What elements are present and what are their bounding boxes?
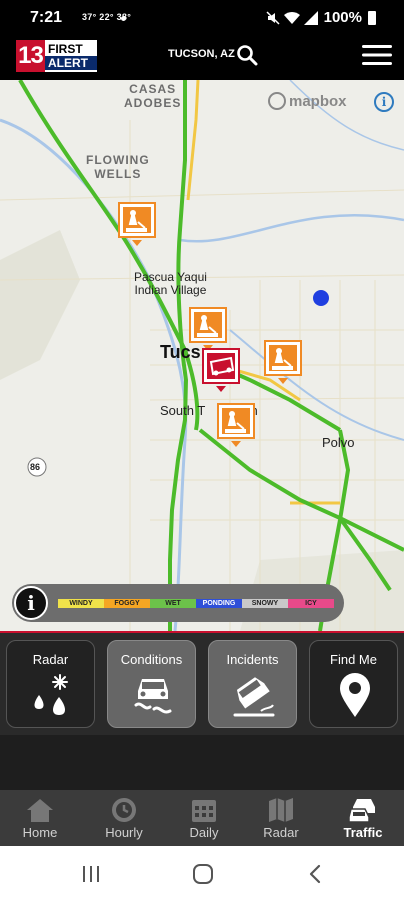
status-bar: 7:21 37° 22° 38° 100%: [0, 0, 404, 36]
hamburger-menu-icon[interactable]: [362, 44, 392, 66]
battery-percent: 100%: [323, 9, 362, 26]
back-icon[interactable]: [304, 863, 328, 885]
traffic-icon: [349, 799, 375, 823]
bottom-navigation: Home Hourly Daily Radar Traffic: [0, 790, 404, 846]
construction-marker[interactable]: [189, 307, 227, 351]
find-me-button-label: Find Me: [330, 652, 377, 667]
mute-icon: [266, 10, 280, 25]
nav-home[interactable]: Home: [0, 790, 80, 846]
conditions-button-label: Conditions: [120, 652, 183, 667]
home-button-icon[interactable]: [191, 863, 215, 885]
legend-ponding: PONDING: [196, 599, 242, 608]
legend-info-button[interactable]: i: [14, 586, 48, 620]
logo-line2: ALERT: [45, 56, 97, 70]
mapbox-logo-icon: [268, 92, 286, 110]
incidents-button[interactable]: Incidents: [208, 640, 297, 728]
legend-windy: WINDY: [58, 599, 104, 608]
map-icon: [269, 798, 293, 822]
legend-wet: WET: [150, 599, 196, 608]
clock-icon: [112, 798, 136, 822]
logo-line1: FIRST: [48, 42, 83, 56]
map-label-casas-adobes: CASAS ADOBES: [124, 82, 182, 110]
app-header: 13 FIRST ALERT TUCSON, AZ: [0, 36, 404, 80]
search-icon[interactable]: [236, 44, 258, 66]
map-label-pascua-yaqui: Pascua Yaqui Indian Village: [134, 270, 207, 297]
nav-radar[interactable]: Radar: [241, 790, 321, 846]
conditions-button[interactable]: Conditions: [107, 640, 196, 728]
incidents-button-label: Incidents: [226, 652, 279, 667]
route-86-shield: 86: [30, 462, 41, 472]
map-label-polvo: Polvo: [322, 435, 355, 450]
nav-daily-label: Daily: [189, 825, 219, 840]
mapbox-attribution[interactable]: mapbox: [268, 92, 347, 110]
location-pin-icon: [340, 673, 370, 717]
car-crash-icon: [233, 677, 275, 717]
crash-marker[interactable]: [202, 348, 240, 392]
slippery-road-icon: [134, 679, 172, 714]
logo-number: 13: [16, 40, 45, 72]
wifi-icon: [283, 11, 300, 24]
nav-hourly[interactable]: Hourly: [84, 790, 164, 846]
home-icon: [27, 799, 53, 822]
nav-hourly-label: Hourly: [105, 825, 143, 840]
traffic-map[interactable]: CASAS ADOBES FLOWING WELLS Pascua Yaqui …: [0, 80, 404, 631]
location-label[interactable]: TUCSON, AZ: [168, 48, 235, 60]
radar-button[interactable]: Radar: [6, 640, 95, 728]
legend-snowy: SNOWY: [242, 599, 288, 608]
user-location-dot: [313, 290, 329, 306]
system-navigation-bar: [0, 846, 404, 900]
nav-daily[interactable]: Daily: [164, 790, 244, 846]
notification-dot-icon: [121, 16, 126, 21]
battery-icon: [368, 10, 376, 25]
first-alert-logo[interactable]: 13 FIRST ALERT: [16, 40, 98, 72]
weather-radar-icon: [34, 674, 68, 715]
construction-marker[interactable]: [264, 340, 302, 384]
signal-icon: [303, 10, 318, 25]
construction-marker[interactable]: [217, 403, 255, 447]
legend-bar: WINDY FOGGY WET PONDING SNOWY ICY: [58, 599, 334, 608]
legend-foggy: FOGGY: [104, 599, 150, 608]
status-right: 100%: [266, 9, 376, 26]
construction-marker[interactable]: [118, 202, 156, 246]
conditions-legend: i WINDY FOGGY WET PONDING SNOWY ICY: [12, 584, 344, 622]
recent-apps-icon[interactable]: [79, 863, 103, 885]
radar-button-label: Radar: [32, 652, 69, 667]
map-info-icon[interactable]: i: [374, 92, 394, 112]
legend-icy: ICY: [288, 599, 334, 608]
nav-traffic-label: Traffic: [343, 825, 383, 840]
find-me-button[interactable]: Find Me: [309, 640, 398, 728]
content-spacer: [0, 735, 404, 790]
status-time: 7:21: [30, 9, 63, 26]
feature-buttons-bar: Radar Conditions Incidents Find Me: [0, 631, 404, 735]
nav-radar-label: Radar: [263, 825, 299, 840]
calendar-icon: [192, 800, 216, 822]
map-label-flowing-wells: FLOWING WELLS: [86, 153, 150, 181]
nav-traffic[interactable]: Traffic: [323, 790, 403, 846]
nav-home-label: Home: [22, 825, 58, 840]
